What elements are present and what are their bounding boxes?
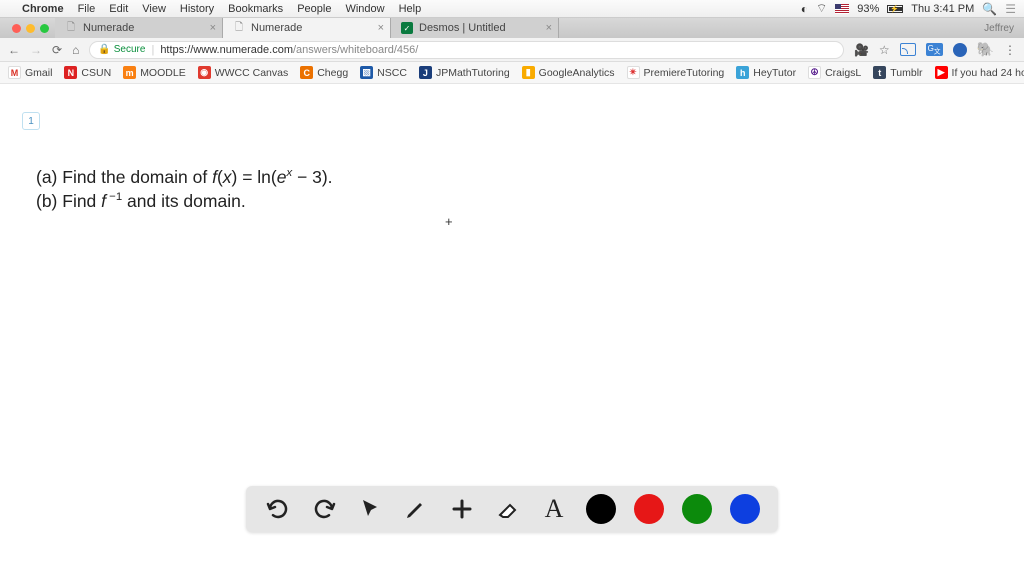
menu-window[interactable]: Window xyxy=(345,3,384,15)
maximize-window[interactable] xyxy=(40,24,49,33)
cast-icon[interactable] xyxy=(900,43,916,56)
page-number[interactable]: 1 xyxy=(22,112,40,130)
translate-icon[interactable]: G文 xyxy=(926,43,943,57)
chrome-address-bar: ← → ⟳ ⌂ 🔒Secure | https://www.numerade.c… xyxy=(0,38,1024,62)
macos-menubar: Chrome File Edit View History Bookmarks … xyxy=(0,0,1024,18)
desmos-icon: ✓ xyxy=(401,22,413,34)
menu-history[interactable]: History xyxy=(180,3,214,15)
bookmark-heytutor[interactable]: hHeyTutor xyxy=(736,66,796,79)
status-icon[interactable]: ◐ xyxy=(801,2,808,16)
crosshair-cursor: + xyxy=(445,214,453,229)
whiteboard-toolbar: A xyxy=(246,486,778,532)
bookmark-moodle[interactable]: mMOODLE xyxy=(123,66,186,79)
undo-button[interactable] xyxy=(264,495,292,523)
bookmark-craigslist[interactable]: ☮CraigsL xyxy=(808,66,861,79)
problem-text: (a) Find the domain of f(x) = ln(ex − 3)… xyxy=(36,166,333,213)
pen-tool[interactable] xyxy=(402,495,430,523)
menu-file[interactable]: File xyxy=(78,3,96,15)
menu-icon[interactable]: ☰ xyxy=(1005,2,1016,16)
bookmark-chegg[interactable]: CChegg xyxy=(300,66,348,79)
tab-close-icon[interactable]: × xyxy=(378,22,384,34)
page-icon: 🗋 xyxy=(233,22,245,34)
home-button[interactable]: ⌂ xyxy=(72,43,79,57)
page-icon: 🗋 xyxy=(65,22,77,34)
bookmarks-bar: MGmail NCSUN mMOODLE ◉WWCC Canvas CChegg… xyxy=(0,62,1024,84)
close-window[interactable] xyxy=(12,24,21,33)
menu-bookmarks[interactable]: Bookmarks xyxy=(228,3,283,15)
menu-people[interactable]: People xyxy=(297,3,331,15)
bookmark-gmail[interactable]: MGmail xyxy=(8,66,52,79)
bookmark-nscc[interactable]: ▧NSCC xyxy=(360,66,407,79)
wifi-icon[interactable]: ⌔ xyxy=(816,1,827,16)
minimize-window[interactable] xyxy=(26,24,35,33)
menu-edit[interactable]: Edit xyxy=(109,3,128,15)
flag-icon[interactable] xyxy=(835,4,849,14)
color-green[interactable] xyxy=(682,494,712,524)
reload-button[interactable]: ⟳ xyxy=(52,43,62,57)
bookmark-jpmath[interactable]: JJPMathTutoring xyxy=(419,66,510,79)
star-icon[interactable]: ☆ xyxy=(879,43,890,57)
color-blue[interactable] xyxy=(730,494,760,524)
back-button[interactable]: ← xyxy=(8,43,20,57)
bookmark-youtube[interactable]: ▶If you had 24 hours... xyxy=(935,66,1024,79)
color-black[interactable] xyxy=(586,494,616,524)
forward-button[interactable]: → xyxy=(30,43,42,57)
battery-icon[interactable]: ⚡ xyxy=(887,5,903,13)
bookmark-csun[interactable]: NCSUN xyxy=(64,66,111,79)
url-field[interactable]: 🔒Secure | https://www.numerade.com/answe… xyxy=(89,41,844,59)
clock[interactable]: Thu 3:41 PM xyxy=(911,3,974,15)
app-name[interactable]: Chrome xyxy=(22,3,64,15)
whiteboard-canvas[interactable]: 1 (a) Find the domain of f(x) = ln(ex − … xyxy=(0,84,1024,544)
chrome-profile[interactable]: Jeffrey xyxy=(974,18,1024,38)
tab-numerade-2[interactable]: 🗋 Numerade × xyxy=(223,18,391,38)
evernote-icon[interactable]: 🐘 xyxy=(977,41,994,58)
secure-badge: 🔒Secure xyxy=(98,44,145,55)
eraser-tool[interactable] xyxy=(494,495,522,523)
battery-percent: 93% xyxy=(857,3,879,15)
tab-title: Numerade xyxy=(83,22,134,34)
color-red[interactable] xyxy=(634,494,664,524)
menu-button[interactable]: ⋮ xyxy=(1004,43,1016,57)
pointer-tool[interactable] xyxy=(356,495,384,523)
tab-numerade-1[interactable]: 🗋 Numerade × xyxy=(55,18,223,38)
text-tool[interactable]: A xyxy=(540,495,568,523)
bookmark-wwcc[interactable]: ◉WWCC Canvas xyxy=(198,66,289,79)
window-controls xyxy=(6,18,55,38)
tab-title: Numerade xyxy=(251,22,302,34)
camera-icon[interactable]: 🎥 xyxy=(854,43,869,57)
lock-icon: 🔒 xyxy=(98,44,110,55)
add-tool[interactable] xyxy=(448,495,476,523)
chrome-tabbar: 🗋 Numerade × 🗋 Numerade × ✓ Desmos | Unt… xyxy=(0,18,1024,38)
tab-title: Desmos | Untitled xyxy=(419,22,506,34)
tab-desmos[interactable]: ✓ Desmos | Untitled × xyxy=(391,18,559,38)
url-text: https://www.numerade.com/answers/whitebo… xyxy=(160,44,418,56)
menu-help[interactable]: Help xyxy=(399,3,422,15)
menu-view[interactable]: View xyxy=(142,3,166,15)
tab-close-icon[interactable]: × xyxy=(210,22,216,34)
bookmark-ga[interactable]: ▮GoogleAnalytics xyxy=(522,66,615,79)
bookmark-premiere[interactable]: ✴PremiereTutoring xyxy=(627,66,725,79)
extension-icon[interactable] xyxy=(953,43,967,57)
tab-close-icon[interactable]: × xyxy=(546,22,552,34)
bookmark-tumblr[interactable]: tTumblr xyxy=(873,66,922,79)
redo-button[interactable] xyxy=(310,495,338,523)
search-icon[interactable]: 🔍 xyxy=(982,2,997,16)
